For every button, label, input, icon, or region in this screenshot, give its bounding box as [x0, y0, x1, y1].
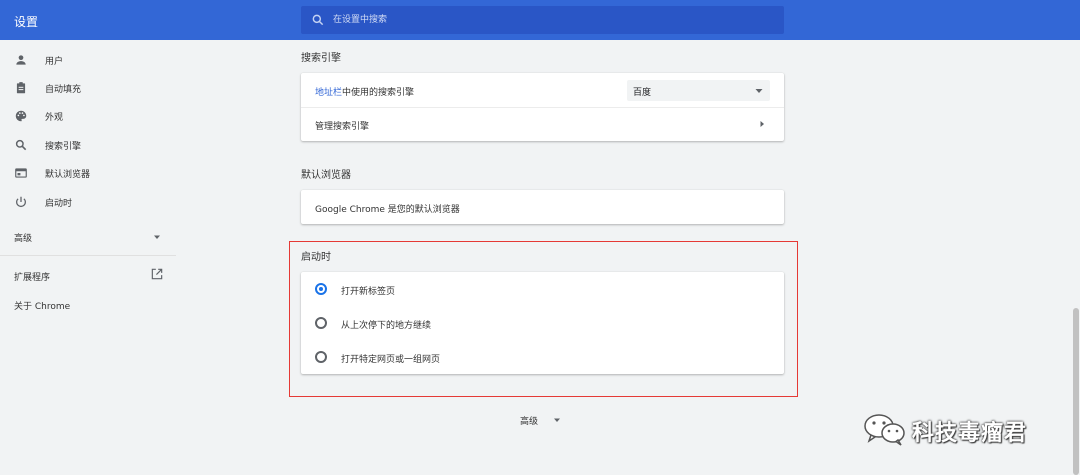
- default-browser-section-title: 默认浏览器: [301, 170, 351, 181]
- sidebar-item-autofill[interactable]: 自动填充: [0, 75, 176, 101]
- sidebar-advanced-label: 高级: [14, 234, 33, 244]
- omnibox-link[interactable]: 地址栏: [315, 88, 342, 98]
- sidebar-extensions-link[interactable]: 扩展程序: [14, 266, 164, 286]
- startup-section-title: 启动时: [301, 252, 331, 263]
- sidebar-item-label: 启动时: [45, 199, 73, 209]
- scrollbar[interactable]: [1072, 40, 1080, 475]
- palette-icon: [15, 110, 27, 122]
- search-box[interactable]: [301, 6, 784, 34]
- search-icon: [312, 14, 324, 26]
- sidebar-item-appearance[interactable]: 外观: [0, 103, 176, 129]
- sidebar-advanced-toggle[interactable]: 高级: [14, 227, 164, 247]
- advanced-label: 高级: [520, 417, 539, 427]
- watermark: 科技毒瘤君: [862, 410, 1062, 450]
- sidebar-item-label: 自动填充: [45, 85, 82, 95]
- search-engine-row: 地址栏中使用的搜索引擎 百度: [301, 73, 784, 107]
- wechat-icon: [864, 414, 905, 446]
- default-browser-card: Google Chrome 是您的默认浏览器: [301, 190, 784, 224]
- sidebar-item-label: 默认浏览器: [45, 170, 91, 180]
- startup-card: 打开新标签页 从上次停下的地方继续 打开特定网页或一组网页: [301, 272, 784, 374]
- radio-unchecked[interactable]: [315, 351, 327, 363]
- chevron-right-icon: [760, 121, 764, 127]
- search-engine-section-title: 搜索引擎: [301, 53, 341, 64]
- manage-search-engines-row[interactable]: 管理搜索引擎: [301, 107, 784, 141]
- search-engine-selected: 百度: [633, 88, 652, 98]
- sidebar-item-people[interactable]: 用户: [0, 47, 176, 73]
- sidebar-item-label: 外观: [45, 113, 64, 123]
- default-browser-row: Google Chrome 是您的默认浏览器: [301, 190, 784, 224]
- startup-option-label: 从上次停下的地方继续: [341, 321, 432, 331]
- startup-option-specific-pages[interactable]: 打开特定网页或一组网页: [301, 340, 784, 374]
- open-in-new-icon: [151, 268, 163, 280]
- browser-icon: [15, 168, 27, 178]
- search-engine-card: 地址栏中使用的搜索引擎 百度 管理搜索引擎: [301, 73, 784, 141]
- search-input[interactable]: [333, 6, 773, 34]
- sidebar-extensions-label: 扩展程序: [14, 273, 51, 283]
- sidebar: 用户 自动填充 外观 搜索引擎 默认浏览器 启动时 高级 扩展程序 关于 Chr…: [0, 40, 176, 475]
- top-bar: 设置: [0, 0, 1080, 40]
- person-icon: [16, 55, 26, 65]
- startup-option-continue[interactable]: 从上次停下的地方继续: [301, 306, 784, 340]
- radio-unchecked[interactable]: [315, 317, 327, 329]
- default-browser-status: Google Chrome 是您的默认浏览器: [315, 205, 460, 215]
- sidebar-item-on-startup[interactable]: 启动时: [0, 189, 176, 215]
- sidebar-item-label: 搜索引擎: [45, 142, 82, 152]
- startup-option-new-tab[interactable]: 打开新标签页: [301, 272, 784, 306]
- dropdown-arrow-icon: [755, 89, 763, 93]
- startup-option-label: 打开新标签页: [341, 287, 396, 297]
- sidebar-item-default-browser[interactable]: 默认浏览器: [0, 160, 176, 186]
- watermark-text: 科技毒瘤君: [912, 421, 1028, 446]
- app-title: 设置: [14, 15, 39, 29]
- radio-checked[interactable]: [315, 283, 327, 295]
- sidebar-about-label: 关于 Chrome: [14, 302, 71, 312]
- sidebar-divider: [0, 255, 176, 256]
- caret-down-icon: [554, 418, 560, 422]
- caret-down-icon: [154, 235, 160, 239]
- search-icon: [15, 139, 27, 151]
- scrollbar-thumb[interactable]: [1073, 308, 1079, 475]
- power-icon: [16, 196, 26, 207]
- manage-search-engines-label: 管理搜索引擎: [315, 122, 370, 132]
- search-engine-row-text: 中使用的搜索引擎: [342, 88, 415, 98]
- startup-option-label: 打开特定网页或一组网页: [341, 355, 441, 365]
- sidebar-item-label: 用户: [45, 57, 64, 67]
- search-engine-select[interactable]: 百度: [627, 80, 770, 101]
- clipboard-icon: [16, 82, 26, 94]
- sidebar-item-search-engine[interactable]: 搜索引擎: [0, 132, 176, 158]
- sidebar-about-link[interactable]: 关于 Chrome: [14, 295, 164, 315]
